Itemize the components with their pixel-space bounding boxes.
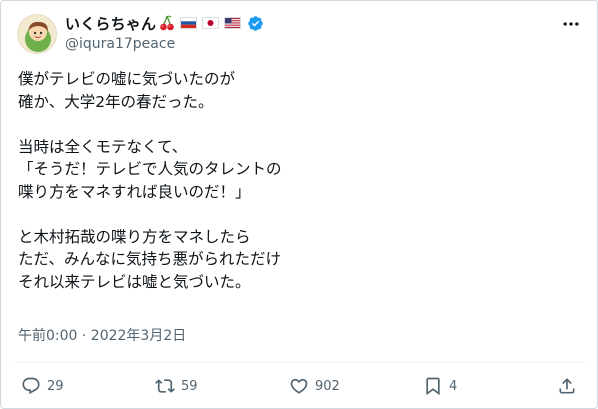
cherry-icon [159,15,175,31]
russia-flag-icon [180,17,198,29]
verified-badge-icon[interactable] [247,15,264,32]
divider [15,362,585,363]
action-bar: 29 59 902 4 [15,374,585,398]
display-name[interactable]: いくらちゃん [65,13,156,34]
repost-button[interactable]: 59 [155,374,198,398]
bookmark-button[interactable]: 4 [423,374,457,398]
avatar[interactable] [17,14,57,54]
like-count: 902 [315,378,340,394]
reply-button[interactable]: 29 [21,374,64,398]
post-timestamp[interactable]: 午前0:00 · 2022年3月2日 [18,325,186,345]
avatar-image [18,15,56,53]
bookmark-icon [426,377,440,396]
post-card: いくらちゃん @iqura17peace 僕がテレビの嘘に気づいたのが 確か、大… [0,0,598,409]
post-text: 僕がテレビの嘘に気づいたのが 確か、大学2年の春だった。 当時は全くモテなくて、… [18,70,282,291]
user-names: いくらちゃん @iqura17peace [65,13,264,52]
reply-icon [22,377,40,395]
more-options-icon[interactable] [561,14,581,34]
post-header: いくらちゃん @iqura17peace [15,12,585,56]
heart-icon [290,378,308,394]
display-name-row[interactable]: いくらちゃん [65,13,264,33]
share-button[interactable] [557,374,577,398]
japan-flag-icon [202,17,220,29]
bookmark-count: 4 [449,378,458,394]
like-button[interactable]: 902 [289,374,340,398]
repost-icon [155,379,175,393]
repost-count: 59 [181,378,198,394]
reply-count: 29 [47,378,64,394]
user-handle[interactable]: @iqura17peace [65,36,264,52]
usa-flag-icon [224,17,242,29]
share-icon [559,378,575,394]
